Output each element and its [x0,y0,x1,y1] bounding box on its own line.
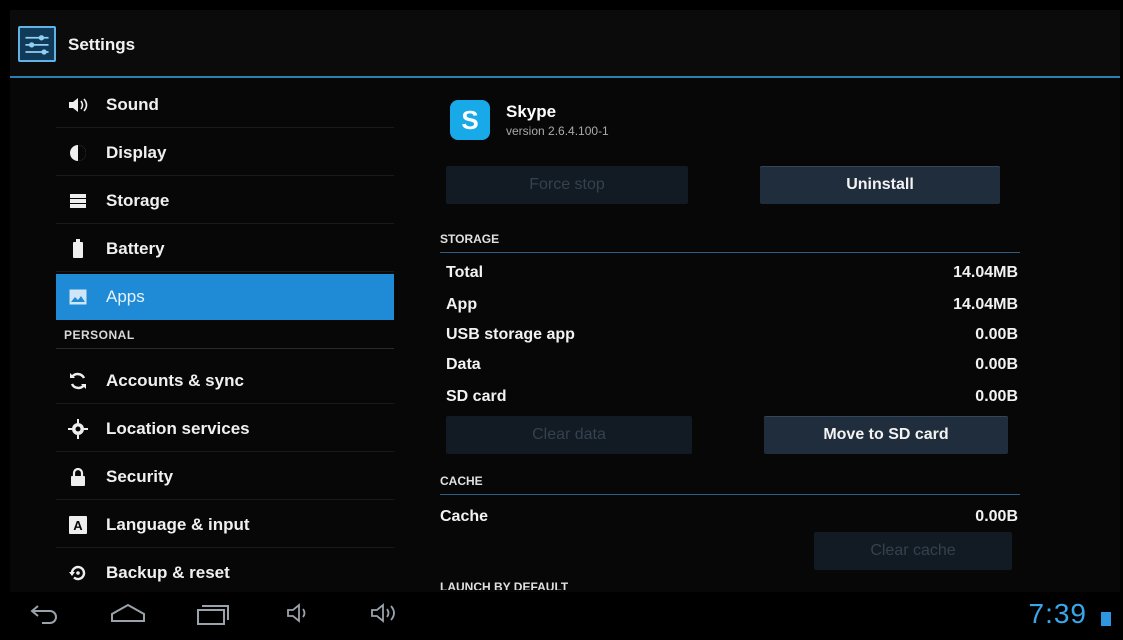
screen: Settings Sound Display Storage Battery A… [10,10,1120,592]
nav-item-label: Battery [106,238,165,258]
app-detail-pane: S Skype version 2.6.4.100-1 Force stop U… [430,82,1120,590]
nav-item-label: Backup & reset [106,563,230,582]
nav-item-security[interactable]: Security [56,454,394,500]
nav-item-label: Language & input [106,514,250,534]
row-label: App [446,296,478,313]
row-label: Total [446,264,484,281]
apps-icon [66,285,90,309]
sync-icon [66,369,90,393]
row-label: USB storage app [446,326,575,343]
system-navigation-bar: 7:39 [0,592,1123,640]
launch-by-default-section-title: LAUNCH BY DEFAULT [440,580,569,590]
divider [440,494,1020,495]
storage-row-usb: USB storage app 0.00B [446,320,1018,350]
nav-section-header: PERSONAL [64,328,135,342]
row-label: SD card [446,388,507,405]
nav-item-label: Security [106,466,174,486]
back-icon[interactable] [28,602,60,630]
nav-item-label: Storage [106,190,170,210]
nav-item-language-input[interactable]: A Language & input [56,502,394,548]
storage-row-total: Total 14.04MB [446,258,1018,288]
storage-row-data: Data 0.00B [446,350,1018,380]
row-value: 0.00B [975,388,1018,405]
app-version: version 2.6.4.100-1 [506,124,609,138]
language-icon: A [66,513,90,537]
cache-row: Cache 0.00B [440,502,1018,532]
cache-section-title: CACHE [440,474,483,488]
action-bar: Settings [10,10,1120,78]
nav-item-apps[interactable]: Apps [56,274,394,320]
move-to-sd-card-button[interactable]: Move to SD card [764,416,1008,454]
row-label: Cache [440,508,489,525]
battery-icon [66,237,90,261]
storage-row-app: App 14.04MB [446,290,1018,320]
status-clock[interactable]: 7:39 [1029,598,1088,630]
volume-up-icon[interactable] [370,602,402,630]
nav-item-accounts-sync[interactable]: Accounts & sync [56,358,394,404]
storage-row-sd-card: SD card 0.00B [446,382,1018,412]
row-label: Data [446,356,481,373]
page-title: Settings [68,35,136,54]
nav-item-sound[interactable]: Sound [56,82,394,128]
nav-item-label: Display [106,142,167,162]
skype-logo-icon: S [450,100,490,140]
row-value: 14.04MB [953,264,1018,281]
clear-cache-button[interactable]: Clear cache [814,532,1012,570]
home-icon[interactable] [108,602,148,630]
backup-icon [66,561,90,585]
lock-icon [66,465,90,489]
nav-item-label: Accounts & sync [106,370,244,390]
app-name: Skype [506,102,557,121]
battery-status-icon [1101,612,1111,626]
nav-item-label: Apps [106,287,145,306]
display-icon [66,141,90,165]
nav-item-location-services[interactable]: Location services [56,406,394,452]
volume-down-icon[interactable] [286,602,312,630]
storage-section-title: STORAGE [440,232,500,246]
clear-data-button[interactable]: Clear data [446,416,692,454]
nav-item-label: Location services [106,418,250,438]
row-value: 0.00B [975,326,1018,343]
uninstall-button[interactable]: Uninstall [760,166,1000,204]
storage-icon [66,189,90,213]
location-icon [66,417,90,441]
svg-text:A: A [73,518,83,533]
nav-item-label: Sound [106,94,159,114]
row-value: 0.00B [975,508,1018,525]
force-stop-button[interactable]: Force stop [446,166,688,204]
nav-item-battery[interactable]: Battery [56,226,394,272]
settings-sliders-icon[interactable] [18,26,56,62]
row-value: 14.04MB [953,296,1018,313]
nav-item-display[interactable]: Display [56,130,394,176]
nav-item-storage[interactable]: Storage [56,178,394,224]
nav-item-backup-reset[interactable]: Backup & reset [56,550,394,596]
speaker-icon [66,93,90,117]
row-value: 0.00B [975,356,1018,373]
recent-apps-icon[interactable] [196,602,230,632]
divider [56,348,394,349]
settings-nav: Sound Display Storage Battery Apps PERSO… [56,82,394,590]
divider [440,252,1020,253]
